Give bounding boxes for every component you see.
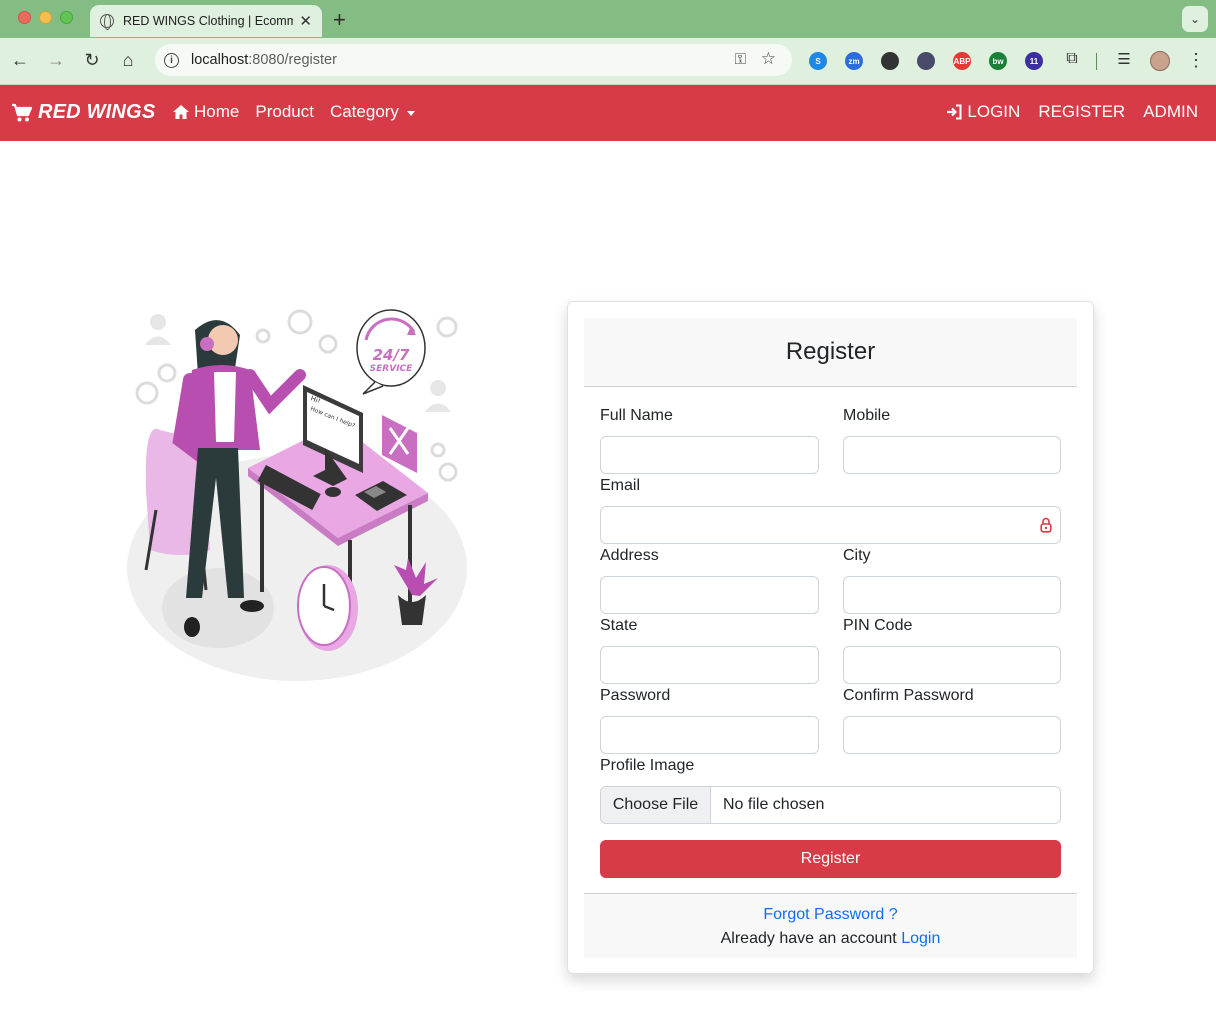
- profile-image-label: Profile Image: [600, 757, 695, 774]
- nav-login-link[interactable]: LOGIN: [946, 102, 1020, 122]
- emoji-extension-icon[interactable]: [917, 52, 935, 70]
- browser-menu-icon[interactable]: ⋮: [1185, 50, 1207, 71]
- email-input[interactable]: [600, 506, 1061, 544]
- password-input[interactable]: [600, 716, 819, 754]
- extensions-puzzle-icon[interactable]: ⧉: [1061, 50, 1083, 68]
- badge-24-7-text: 24/7: [373, 346, 410, 364]
- password-label: Password: [600, 687, 671, 704]
- sync-extension-icon[interactable]: S: [809, 52, 827, 70]
- nav-product-link[interactable]: Product: [255, 102, 314, 122]
- close-window-button[interactable]: [18, 11, 31, 24]
- bookmark-star-icon[interactable]: ☆: [761, 49, 776, 69]
- toolbar-divider: [1096, 53, 1097, 70]
- account-nav: LOGIN REGISTER ADMIN: [946, 102, 1198, 122]
- pin-code-label: PIN Code: [843, 617, 913, 634]
- state-input[interactable]: [600, 646, 819, 684]
- mobile-input[interactable]: [843, 436, 1061, 474]
- city-label: City: [843, 547, 871, 564]
- maximize-window-button[interactable]: [60, 11, 73, 24]
- confirm-password-label: Confirm Password: [843, 687, 974, 704]
- pin-code-input[interactable]: [843, 646, 1061, 684]
- address-bar[interactable]: i localhost:8080/register ⚿ ☆: [155, 44, 792, 76]
- password-key-icon[interactable]: ⚿: [735, 51, 746, 68]
- password-manager-lock-icon[interactable]: [1040, 517, 1052, 533]
- city-input[interactable]: [843, 576, 1061, 614]
- card-header: Register: [584, 318, 1077, 387]
- nav-category-dropdown[interactable]: Category: [330, 102, 415, 122]
- browser-tab[interactable]: RED WINGS Clothing | Ecomm ✕: [90, 5, 322, 37]
- address-input[interactable]: [600, 576, 819, 614]
- register-submit-button[interactable]: Register: [600, 840, 1061, 878]
- url-host: localhost: [191, 52, 249, 68]
- primary-nav: Home Product Category: [172, 102, 415, 122]
- brand-logo[interactable]: RED WINGS: [11, 101, 155, 124]
- full-name-input[interactable]: [600, 436, 819, 474]
- full-name-label: Full Name: [600, 407, 673, 424]
- browser-toolbar: ← → ↻ ⌂ i localhost:8080/register ⚿ ☆ Sz…: [0, 38, 1216, 85]
- home-button[interactable]: ⌂: [117, 50, 139, 71]
- globe-icon: [100, 14, 114, 30]
- close-tab-icon[interactable]: ✕: [299, 12, 312, 30]
- tab-search-button[interactable]: ⌄: [1182, 6, 1208, 32]
- sign-in-icon: [947, 104, 962, 120]
- back-button[interactable]: ←: [9, 50, 31, 71]
- choose-file-button[interactable]: Choose File: [601, 787, 711, 823]
- new-tab-button[interactable]: +: [333, 7, 346, 33]
- adblock-extension-icon[interactable]: ABP: [953, 52, 971, 70]
- card-footer: Forgot Password ? Already have an accoun…: [584, 893, 1077, 958]
- reload-button[interactable]: ↻: [81, 50, 103, 71]
- home-icon: [173, 105, 189, 119]
- chevron-down-icon: [406, 110, 415, 116]
- color-picker-extension-icon[interactable]: [881, 52, 899, 70]
- profile-image-file-input[interactable]: Choose File No file chosen: [600, 786, 1061, 824]
- site-navbar: RED WINGS Home Product Category LOGIN RE…: [0, 85, 1216, 141]
- already-account-label: Already have an account: [720, 930, 897, 947]
- forgot-password-link[interactable]: Forgot Password ?: [584, 906, 1077, 924]
- address-label: Address: [600, 547, 659, 564]
- nav-admin-link[interactable]: ADMIN: [1143, 102, 1198, 122]
- customer-service-illustration: Hi! How can I help? 24/7 SERVICE: [127, 309, 467, 681]
- bw-extension-icon[interactable]: bw: [989, 52, 1007, 70]
- zoom-extension-icon[interactable]: zm: [845, 52, 863, 70]
- minimize-window-button[interactable]: [39, 11, 52, 24]
- nav-login-label: LOGIN: [967, 102, 1021, 121]
- window-controls: [18, 11, 73, 24]
- nav-home-link[interactable]: Home: [172, 102, 239, 122]
- url-path: :8080/register: [248, 52, 337, 68]
- cart-icon: [12, 103, 33, 121]
- site-info-icon[interactable]: i: [164, 52, 179, 68]
- badge-service-text: SERVICE: [370, 364, 413, 374]
- reading-list-icon[interactable]: ☰: [1113, 50, 1135, 68]
- email-label: Email: [600, 477, 641, 494]
- state-label: State: [600, 617, 638, 634]
- login-link[interactable]: Login: [901, 930, 940, 947]
- forward-button[interactable]: →: [45, 50, 67, 71]
- profile-avatar[interactable]: [1150, 51, 1170, 71]
- mobile-label: Mobile: [843, 407, 891, 424]
- nav-register-link[interactable]: REGISTER: [1038, 102, 1125, 122]
- already-account-text: Already have an account Login: [584, 930, 1077, 948]
- file-status-text: No file chosen: [723, 796, 825, 813]
- register-title: Register: [785, 338, 876, 365]
- register-card: Register Full Name Mobile Email Address …: [567, 301, 1094, 974]
- confirm-password-input[interactable]: [843, 716, 1061, 754]
- nav-category-label: Category: [329, 102, 399, 121]
- browser-chrome: RED WINGS Clothing | Ecomm ✕ + ⌄ ← → ↻ ⌂…: [0, 0, 1216, 85]
- tab-title: RED WINGS Clothing | Ecomm: [123, 14, 294, 28]
- badge-extension-icon[interactable]: 11: [1025, 52, 1043, 70]
- brand-name: RED WINGS: [38, 101, 156, 123]
- nav-home-label: Home: [194, 102, 240, 121]
